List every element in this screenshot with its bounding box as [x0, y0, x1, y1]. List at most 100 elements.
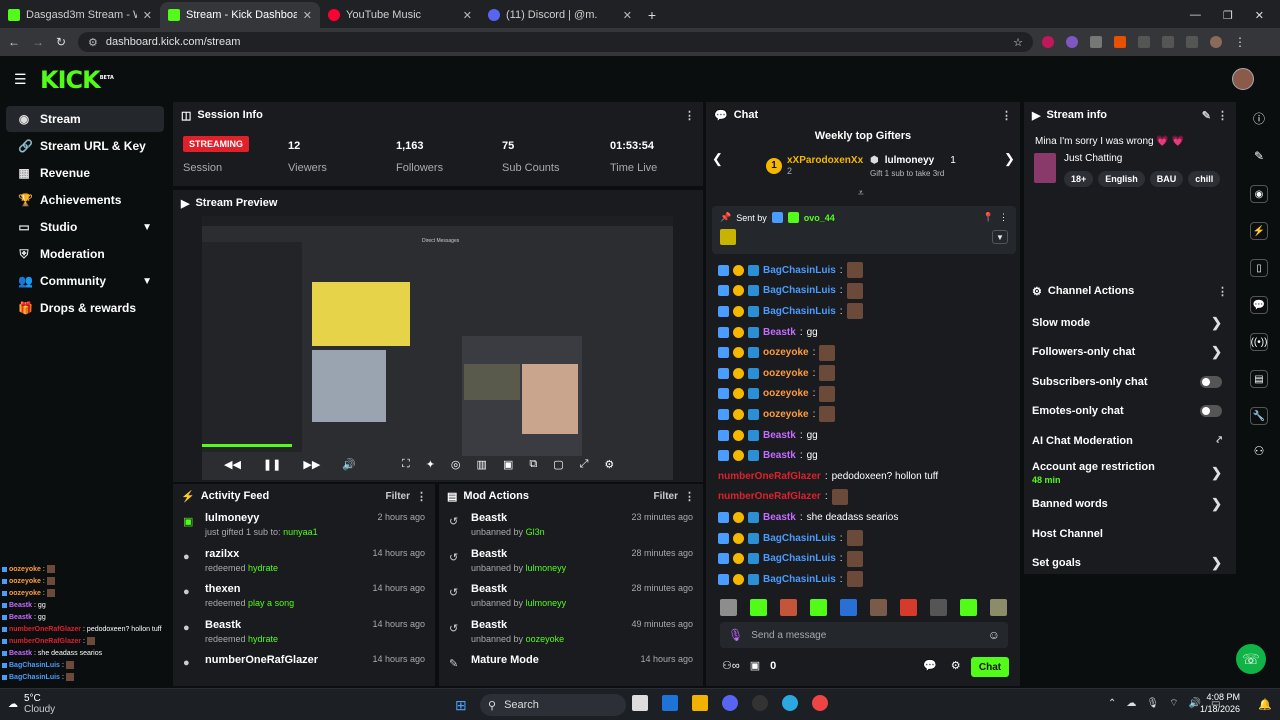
activity-user[interactable]: lulmoneyy [205, 512, 318, 524]
reload-icon[interactable]: ↻ [56, 35, 66, 49]
mic-icon[interactable]: 🎙 [1146, 698, 1159, 709]
profile-avatar-icon[interactable] [1210, 36, 1222, 48]
media-control-icon[interactable] [1162, 36, 1174, 48]
top-gifter-1[interactable]: 1 xXParodoxenXx 2 [766, 155, 863, 176]
chat-username[interactable]: numberOneRafGlazer [718, 471, 821, 482]
filter-button[interactable]: Filter [386, 491, 410, 502]
edge-app-icon[interactable] [782, 695, 798, 711]
extension-icon[interactable] [1066, 36, 1078, 48]
sidebar-item-drops-rewards[interactable]: 🎁 Drops & rewards [6, 295, 164, 321]
emote-icon[interactable] [960, 599, 977, 616]
chat-username[interactable]: oozeyoke [763, 409, 809, 420]
top-gifter-2[interactable]: ⬢ lulmoneyy 1 Gift 1 sub to take 3rd [870, 155, 956, 178]
seek-progress-bar[interactable] [202, 444, 292, 447]
mini-player-icon[interactable]: ▣ [503, 458, 513, 471]
emotes-only-toggle[interactable] [1200, 405, 1222, 418]
stream-video[interactable]: Direct Messages ◀◀ ❚❚ ▶▶ 🔊 ⛶ ✦ ◎ ▥ ▣ ⧉ ▢… [202, 216, 673, 480]
task-view-icon[interactable] [632, 695, 648, 711]
chat-username[interactable]: Beastk [763, 430, 796, 441]
forward-icon[interactable]: → [32, 35, 44, 49]
chat-username[interactable]: Beastk [763, 327, 796, 338]
category-thumbnail[interactable] [1034, 153, 1056, 183]
chat-input[interactable]: 🎙 Send a message ☺ [720, 622, 1008, 648]
info-icon[interactable]: ⓘ [1240, 110, 1278, 127]
chat-bubble-icon[interactable]: 💬 [1250, 296, 1268, 314]
tag-pill[interactable]: BAU [1149, 171, 1184, 187]
more-options-icon[interactable]: ⋮ [684, 109, 695, 122]
activity-user[interactable]: numberOneRafGlazer [205, 654, 318, 666]
cloud-icon[interactable]: ☁ [1126, 698, 1136, 709]
taskbar-search[interactable]: ⚲ Search [480, 694, 626, 716]
send-chat-button[interactable]: Chat [971, 657, 1009, 677]
edit-icon[interactable]: ✎ [1240, 149, 1278, 163]
reading-list-icon[interactable] [1186, 36, 1198, 48]
emote-icon[interactable] [780, 599, 797, 616]
gifters-next-icon[interactable]: ❯ [1004, 151, 1015, 167]
chat-username[interactable]: Beastk [763, 450, 796, 461]
more-options-icon[interactable]: ⋮ [416, 490, 427, 503]
more-options-icon[interactable]: ⋮ [999, 212, 1008, 223]
more-options-icon[interactable]: ⋮ [1001, 109, 1012, 122]
mod-user[interactable]: Beastk [471, 548, 566, 560]
broadcast-icon[interactable]: ((•)) [1250, 333, 1268, 351]
minimize-icon[interactable]: — [1190, 9, 1201, 21]
obs-app-icon[interactable] [752, 695, 768, 711]
sidebar-item-studio[interactable]: ▭ Studio ▼ [6, 214, 164, 240]
support-chat-button[interactable]: ☏ [1236, 644, 1266, 674]
extension-icon[interactable] [1042, 36, 1054, 48]
site-info-icon[interactable]: ⚙ [88, 36, 98, 49]
chat-username[interactable]: oozeyoke [763, 368, 809, 379]
close-tab-icon[interactable]: ✕ [303, 9, 312, 22]
chat-settings-icon[interactable]: ⚙ [951, 659, 961, 672]
new-tab-icon[interactable]: + [640, 2, 664, 28]
file-explorer-icon[interactable] [692, 695, 708, 711]
expand-icon[interactable]: ▼ [992, 230, 1008, 244]
emote-icon[interactable] [840, 599, 857, 616]
activity-user[interactable]: thexen [205, 583, 294, 595]
mod-user[interactable]: Beastk [471, 583, 566, 595]
account-age-row[interactable]: Account age restriction 48 min ❯ [1024, 456, 1236, 490]
category-name[interactable]: Just Chatting [1064, 153, 1224, 164]
edit-icon[interactable]: ✎ [1202, 109, 1211, 122]
mod-user[interactable]: Beastk [471, 512, 545, 524]
chest-icon[interactable]: ▣ [750, 659, 760, 672]
chat-username[interactable]: oozeyoke [763, 388, 809, 399]
filter-button[interactable]: Filter [654, 491, 678, 502]
pinned-user[interactable]: ovo_44 [804, 213, 835, 223]
browser-menu-icon[interactable]: ⋮ [1234, 35, 1246, 49]
sidebar-item-community[interactable]: 👥 Community ▼ [6, 268, 164, 294]
chat-username[interactable]: Beastk [763, 512, 796, 523]
user-avatar[interactable] [1232, 68, 1254, 90]
chat-username[interactable]: BagChasinLuis [763, 553, 836, 564]
emote-icon[interactable] [750, 599, 767, 616]
chat-username[interactable]: BagChasinLuis [763, 285, 836, 296]
more-options-icon[interactable]: ⋮ [684, 490, 695, 503]
bolt-icon[interactable]: ⚡ [1250, 222, 1268, 240]
pause-icon[interactable]: ❚❚ [263, 458, 281, 471]
list-icon[interactable]: ▤ [1250, 370, 1268, 388]
system-clock[interactable]: 4:08 PM 1/18/2026 [1200, 692, 1240, 714]
screen-icon[interactable]: ▢ [553, 458, 563, 471]
sidebar-item-revenue[interactable]: ▦ Revenue [6, 160, 164, 186]
chat-username[interactable]: numberOneRafGlazer [718, 491, 821, 502]
collapse-icon[interactable]: ⩡ [858, 188, 864, 199]
chat-username[interactable]: BagChasinLuis [763, 574, 836, 585]
chat-username[interactable]: BagChasinLuis [763, 533, 836, 544]
forward-icon[interactable]: ▶▶ [303, 458, 320, 471]
chat-username[interactable]: oozeyoke [763, 347, 809, 358]
store-icon[interactable] [662, 695, 678, 711]
tray-overflow-icon[interactable]: ⌃ [1108, 698, 1116, 709]
emote-icon[interactable] [870, 599, 887, 616]
close-tab-icon[interactable]: ✕ [623, 9, 632, 22]
subscribers-only-toggle[interactable] [1200, 375, 1222, 388]
browser-tab[interactable]: (11) Discord | @m. ✕ [480, 2, 640, 28]
close-tab-icon[interactable]: ✕ [463, 9, 472, 22]
extension-icon[interactable] [1114, 36, 1126, 48]
speed-icon[interactable]: ◎ [451, 458, 461, 471]
extensions-puzzle-icon[interactable] [1138, 36, 1150, 48]
chat-username[interactable]: BagChasinLuis [763, 306, 836, 317]
mic-icon[interactable]: 🎙 [728, 628, 743, 642]
emote-icon[interactable] [720, 599, 737, 616]
banned-words-row[interactable]: Banned words ❯ [1024, 490, 1236, 520]
notifications-icon[interactable]: 🔔 [1258, 698, 1272, 711]
